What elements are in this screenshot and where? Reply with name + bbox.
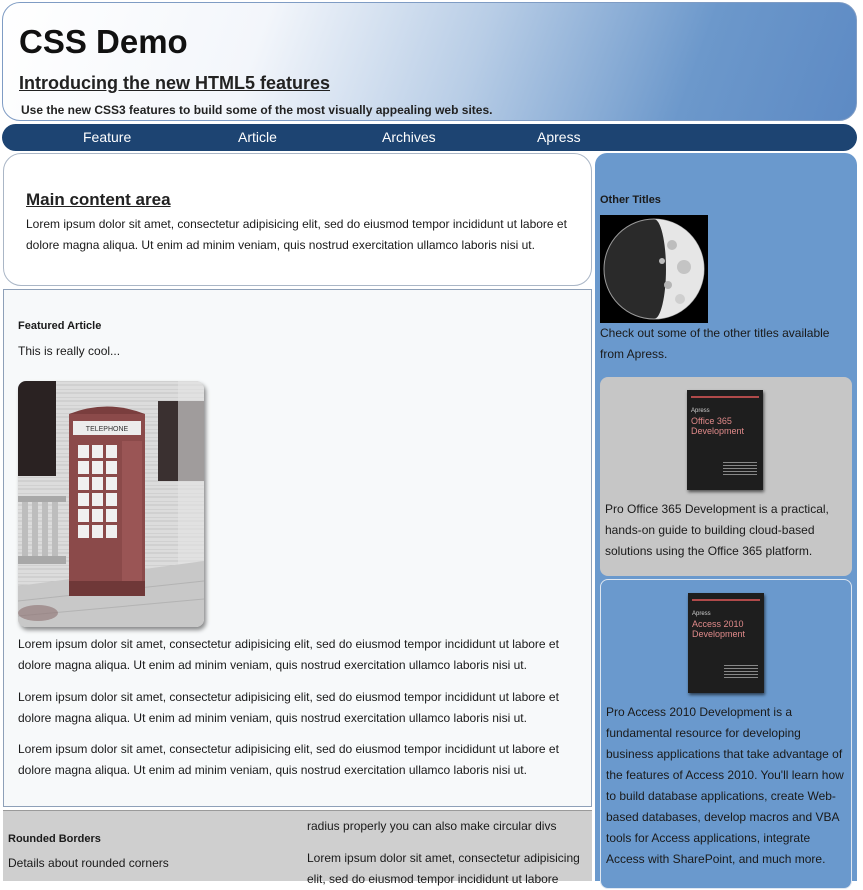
cover-title: Access 2010 Development [692,619,746,639]
featured-paragraph: Lorem ipsum dolor sit amet, consectetur … [18,742,559,777]
rounded-borders-heading: Rounded Borders [8,833,101,845]
site-tagline: Introducing the new HTML5 features [19,73,331,93]
phone-booth-image: TELEPHONE [18,381,204,627]
sidebar-intro: Check out some of the other titles avail… [600,326,830,361]
featured-paragraph: Lorem ipsum dolor sit amet, consectetur … [18,637,559,672]
rounded-borders-subtitle: Details about rounded corners [8,856,169,870]
featured-heading: Featured Article [18,320,102,332]
rounded-borders-paragraph: Lorem ipsum dolor sit amet, consectetur … [307,851,580,886]
rounded-borders-section: Rounded Borders Details about rounded co… [3,810,592,886]
site-title: CSS Demo [19,23,188,60]
moon-image [600,215,708,323]
cover-title: Office 365 Development [691,416,745,436]
main-content-title: Main content area [26,190,171,209]
nav-link-apress[interactable]: Apress [537,129,581,145]
phone-sign-text: TELEPHONE [86,426,129,433]
main-content-text: Lorem ipsum dolor sit amet, consectetur … [26,217,567,252]
nav-link-archives[interactable]: Archives [382,129,436,145]
featured-paragraph: Lorem ipsum dolor sit amet, consectetur … [18,690,559,725]
cover-publisher: Apress [692,611,711,617]
sidebar-other-titles: Other Titles Check out some of the other… [595,153,857,889]
book-card-access2010[interactable]: Apress Access 2010 Development Pro Acces… [600,579,852,889]
main-nav: Feature Article Archives Apress [2,124,857,151]
nav-link-feature[interactable]: Feature [83,129,131,145]
book-cover-office365[interactable]: Apress Office 365 Development [687,390,763,490]
featured-subtitle: This is really cool... [18,344,121,358]
main-content-area: Main content area Lorem ipsum dolor sit … [3,153,592,286]
cover-publisher: Apress [691,408,710,414]
nav-link-article[interactable]: Article [238,129,277,145]
book-description: Pro Office 365 Development is a practica… [605,502,829,558]
rounded-borders-text: radius properly you can also make circul… [307,819,557,833]
featured-article: Featured Article This is really cool... [3,289,592,807]
book-cover-access2010[interactable]: Apress Access 2010 Development [688,593,764,693]
site-subtagline: Use the new CSS3 features to build some … [21,103,493,117]
book-card-office365[interactable]: Apress Office 365 Development Pro Office… [600,377,852,576]
book-description: Pro Access 2010 Development is a fundame… [606,705,844,866]
sidebar-title: Other Titles [600,194,661,206]
site-header: CSS Demo Introducing the new HTML5 featu… [2,2,857,121]
